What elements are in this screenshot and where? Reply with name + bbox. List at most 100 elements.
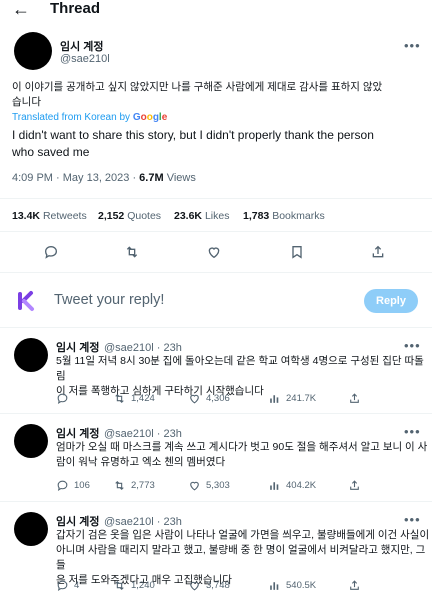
reply-count: 4	[74, 580, 80, 591]
google-logo: Google	[132, 112, 168, 123]
like-count: 4,306	[206, 393, 230, 404]
reply-button[interactable]: Reply	[364, 289, 418, 313]
app-logo-icon	[14, 289, 38, 318]
share-icon[interactable]	[348, 579, 361, 597]
retweet-icon	[115, 393, 124, 404]
views-icon	[270, 582, 279, 590]
divider	[0, 231, 432, 232]
retweet-icon	[115, 580, 124, 591]
translation-note[interactable]: Translated from Korean by Google	[12, 112, 167, 123]
reply-text-line: 아니며 사람을 때리지 말라고 했고, 불량배 중 한 명이 얼굴에서 비켜달라…	[56, 544, 426, 571]
views-icon	[270, 395, 279, 403]
views-action[interactable]: 404.2K	[268, 479, 316, 492]
like-action[interactable]: 4,306	[188, 392, 230, 405]
page-title: Thread	[50, 0, 101, 17]
retweet-icon[interactable]	[124, 244, 140, 260]
retweet-count: 2,773	[131, 480, 155, 491]
views-count: 404.2K	[286, 480, 317, 491]
retweet-action[interactable]: 2,773	[113, 479, 155, 492]
views-icon	[270, 482, 279, 490]
author-name[interactable]: 임시 계정	[60, 38, 104, 54]
tweet-text-line: 이 이야기를 공개하고 싶지 않았지만 나를 구해준 사람에게 제대로 감사를 …	[12, 81, 383, 93]
avatar[interactable]	[14, 338, 48, 372]
more-icon[interactable]: •••	[404, 338, 421, 353]
like-action[interactable]: 5,303	[188, 479, 230, 492]
tweet-timestamp[interactable]: 4:09 PM · May 13, 2023 · 6.7M Views	[12, 172, 196, 184]
author-handle[interactable]: @sae210l · 23h	[104, 428, 182, 440]
retweets-label: Retweets	[42, 210, 87, 222]
stat-retweets[interactable]: 13.4K Retweets	[12, 210, 87, 222]
reply-action[interactable]: 106	[56, 479, 90, 492]
avatar[interactable]	[14, 424, 48, 458]
reply-text-line: 5월 11일 저녁 8시 30분 집에 돌아오는데 같은 학교 여학생 4명으로…	[56, 355, 424, 382]
reply-text-line: 엄마가 오실 때 마스크를 계속 쓰고 계시다가 벗고 90도 절을 해주셔서 …	[56, 441, 428, 453]
reply-action-bar: 106 2,773 5,303 404.2K	[56, 479, 416, 495]
like-action[interactable]: 3,748	[188, 579, 230, 592]
share-icon[interactable]	[348, 479, 361, 497]
reply-count: 106	[74, 480, 90, 491]
like-icon	[190, 481, 199, 491]
reply-action-bar: 4 1,240 3,748 540.5K	[56, 579, 416, 595]
like-icon[interactable]	[206, 244, 222, 260]
views-action[interactable]: 540.5K	[268, 579, 316, 592]
reply-action-bar: 1,424 4,306 241.7K	[56, 392, 416, 408]
translation-label: Translated from Korean by	[12, 112, 131, 123]
retweet-icon	[115, 480, 124, 491]
views-action[interactable]: 241.7K	[268, 392, 316, 405]
share-icon[interactable]	[370, 244, 386, 260]
bookmarks-label: Bookmarks	[272, 210, 325, 222]
author-handle[interactable]: @sae210l	[60, 53, 110, 65]
stat-bookmarks[interactable]: 1,783 Bookmarks	[243, 210, 325, 222]
retweet-action[interactable]: 1,424	[113, 392, 155, 405]
likes-count: 23.6K	[174, 210, 203, 222]
reply-text: 엄마가 오실 때 마스크를 계속 쓰고 계시다가 벗고 90도 절을 해주셔서 …	[56, 440, 427, 470]
like-count: 3,748	[206, 580, 230, 591]
divider	[0, 327, 432, 328]
avatar[interactable]	[14, 32, 52, 70]
reply-icon	[57, 580, 68, 591]
back-arrow-icon[interactable]: ←	[12, 0, 30, 20]
tweet-text-english: I didn't want to share this story, but I…	[12, 127, 374, 161]
reply-input[interactable]: Tweet your reply!	[54, 292, 164, 308]
author-name[interactable]: 임시 계정	[56, 516, 100, 528]
reply-icon	[57, 393, 68, 404]
more-icon[interactable]: •••	[404, 424, 421, 439]
divider	[0, 198, 432, 199]
views-label: Views	[163, 172, 196, 184]
author-handle[interactable]: @sae210l · 23h	[104, 516, 182, 528]
stat-quotes[interactable]: 2,152 Quotes	[98, 210, 161, 222]
author-name[interactable]: 임시 계정	[56, 342, 100, 354]
reply-action[interactable]: 4	[56, 579, 79, 592]
reply-text-line: 갑자기 검은 옷을 입은 사람이 나타나 얼굴에 가면을 씌우고, 불량배들에게…	[56, 529, 430, 541]
bookmarks-count: 1,783	[243, 210, 270, 222]
like-count: 5,303	[206, 480, 230, 491]
divider	[0, 272, 432, 273]
more-icon[interactable]: •••	[404, 38, 421, 53]
top-bar: ← Thread	[0, 0, 432, 20]
timestamp-text: 4:09 PM · May 13, 2023 ·	[12, 172, 140, 184]
like-icon	[190, 581, 199, 591]
tweet-text-korean: 이 이야기를 공개하고 싶지 않았지만 나를 구해준 사람에게 제대로 감사를 …	[12, 80, 382, 110]
retweet-count: 1,424	[131, 393, 155, 404]
bookmark-icon[interactable]	[289, 244, 305, 260]
retweet-count: 1,240	[131, 580, 155, 591]
retweets-count: 13.4K	[12, 210, 41, 222]
quotes-label: Quotes	[127, 210, 162, 222]
views-count: 6.7M	[139, 172, 164, 184]
views-count: 241.7K	[286, 393, 317, 404]
divider	[0, 501, 432, 502]
reply-action[interactable]	[56, 392, 74, 405]
more-icon[interactable]: •••	[404, 512, 421, 527]
stat-likes[interactable]: 23.6K Likes	[174, 210, 229, 222]
author-handle[interactable]: @sae210l · 23h	[104, 342, 182, 354]
avatar[interactable]	[14, 512, 48, 546]
reply-icon[interactable]	[43, 244, 59, 260]
reply-text-line: 람이 워낙 유명하고 엑소 첸의 멤버였다	[56, 456, 226, 468]
quotes-count: 2,152	[98, 210, 125, 222]
retweet-action[interactable]: 1,240	[113, 579, 155, 592]
tweet-text-line: I didn't want to share this story, but I…	[12, 128, 374, 142]
tweet-text-line: who saved me	[12, 145, 90, 159]
share-icon[interactable]	[348, 392, 361, 410]
divider	[0, 413, 432, 414]
author-name[interactable]: 임시 계정	[56, 428, 100, 440]
